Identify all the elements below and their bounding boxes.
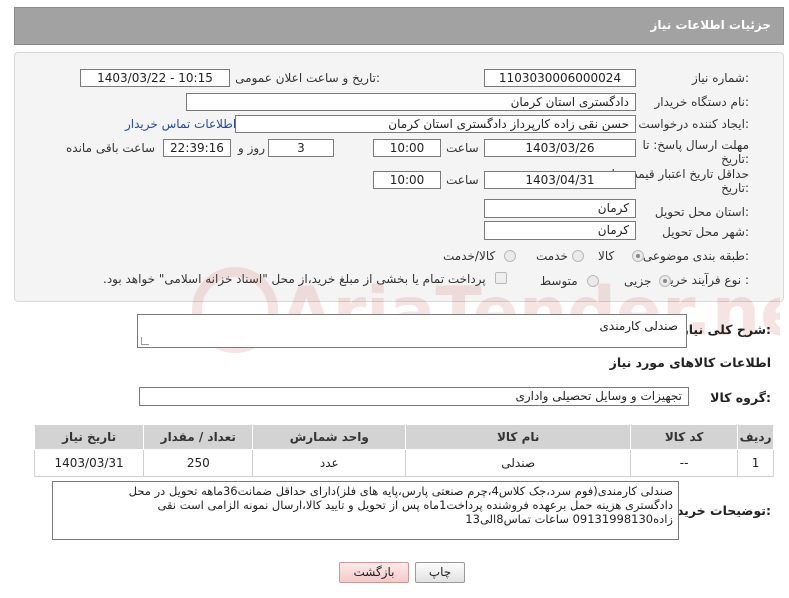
reply-deadline-label-2: تاریخ: <box>721 152 749 166</box>
delivery-city-label: شهر محل تحویل: <box>662 225 749 239</box>
print-button[interactable]: چاپ <box>415 562 465 583</box>
announce-datetime-label: تاریخ و ساعت اعلان عمومی: <box>235 71 380 85</box>
category-option-service: خدمت <box>536 249 568 263</box>
buyer-org-field[interactable]: دادگستری استان کرمان <box>186 93 636 111</box>
price-validity-date[interactable]: 1403/04/31 <box>484 171 636 189</box>
price-validity-time[interactable]: 10:00 <box>373 171 441 189</box>
table-header-row: ردیف کد کالا نام کالا واحد شمارش تعداد /… <box>33 424 774 450</box>
buyer-notes-line-3: زاده09131998130 ساعات تماس8الی13 <box>465 512 673 526</box>
col-header-date: تاریخ نیاز <box>33 424 145 450</box>
col-header-qty: تعداد / مقدار <box>143 424 254 450</box>
reply-deadline-time[interactable]: 10:00 <box>373 139 441 157</box>
goods-group-label: گروه کالا: <box>710 390 771 405</box>
cell-name: صندلی <box>405 449 632 477</box>
remaining-time-field[interactable]: 22:39:16 <box>163 139 231 157</box>
goods-group-field[interactable]: تجهیزات و وسایل تحصیلی واداری <box>139 387 689 406</box>
process-option-medium: متوسط <box>540 274 578 288</box>
need-number-label: شماره نیاز: <box>691 71 749 85</box>
resize-handle-icon[interactable] <box>141 337 149 345</box>
need-number-field[interactable]: 1103030006000024 <box>484 69 636 87</box>
requester-field[interactable]: حسن نقی زاده کارپرداز دادگستری استان کرم… <box>235 115 636 133</box>
cell-code: -- <box>630 449 739 477</box>
category-radio-goods[interactable] <box>632 250 644 262</box>
buyer-notes-line-1: صندلی کارمندی(فوم سرد،جک کلاس4،چرم صنعتی… <box>128 484 673 498</box>
col-header-code: کد کالا <box>630 424 739 450</box>
buyer-org-label: نام دستگاه خریدار: <box>654 95 750 109</box>
buyer-notes-label: توضیحات خریدار: <box>665 503 771 518</box>
page-header: جزئیات اطلاعات نیاز <box>14 7 784 45</box>
items-table: ردیف کد کالا نام کالا واحد شمارش تعداد /… <box>33 424 774 477</box>
cell-row-num: 1 <box>737 449 774 477</box>
price-validity-label-2: تاریخ: <box>721 181 749 195</box>
buyer-notes-line-2: دادگستری هزینه حمل برعهده فروشنده پرداخت… <box>157 498 673 512</box>
reply-deadline-label: مهلت ارسال پاسخ: تا <box>642 138 749 152</box>
remaining-time-label: ساعت باقی مانده <box>66 141 156 155</box>
summary-label: شرح کلی نیاز: <box>681 322 772 337</box>
reply-deadline-date[interactable]: 1403/03/26 <box>484 139 636 157</box>
delivery-province-field[interactable]: کرمان <box>484 199 636 218</box>
category-option-goods-service: کالا/خدمت <box>443 249 496 263</box>
table-row[interactable]: 1 -- صندلی عدد 250 1403/03/31 <box>33 449 774 477</box>
treasury-payment-checkbox[interactable] <box>495 272 507 284</box>
treasury-payment-note: پرداخت تمام یا بخشی از مبلغ خرید،از محل … <box>103 272 486 286</box>
requester-label: ایجاد کننده درخواست: <box>638 117 749 131</box>
delivery-city-field[interactable]: کرمان <box>484 221 636 240</box>
cell-date: 1403/03/31 <box>33 449 145 477</box>
process-radio-medium[interactable] <box>587 275 599 287</box>
process-option-minor: جزیی <box>624 274 652 288</box>
category-label: طبقه بندی موضوعی: <box>642 249 749 263</box>
cell-qty: 250 <box>143 449 254 477</box>
delivery-province-label: استان محل تحویل: <box>654 205 749 219</box>
price-validity-time-label: ساعت <box>446 173 479 187</box>
announce-datetime-field[interactable]: 1403/03/22 - 10:15 <box>80 69 230 87</box>
summary-text: صندلی کارمندی <box>599 319 679 333</box>
purchase-process-label: نوع فرآیند خرید : <box>664 273 749 287</box>
goods-section-title: اطلاعات کالاهای مورد نیاز <box>609 355 771 370</box>
days-label: روز و <box>238 141 265 155</box>
reply-deadline-time-label: ساعت <box>446 141 479 155</box>
buyer-contact-link[interactable]: اطلاعات تماس خریدار <box>125 117 236 131</box>
col-header-unit: واحد شمارش <box>252 424 407 450</box>
category-option-goods: کالا <box>598 249 615 263</box>
reply-days-field[interactable]: 3 <box>268 139 334 157</box>
category-radio-service[interactable] <box>572 250 584 262</box>
col-header-name: نام کالا <box>405 424 632 450</box>
col-header-row-num: ردیف <box>737 424 774 450</box>
summary-field[interactable]: صندلی کارمندی <box>137 314 687 348</box>
buyer-notes-field[interactable]: صندلی کارمندی(فوم سرد،جک کلاس4،چرم صنعتی… <box>52 481 679 540</box>
cell-unit: عدد <box>252 449 407 477</box>
process-radio-minor[interactable] <box>659 275 671 287</box>
back-button[interactable]: بازگشت <box>339 562 409 583</box>
category-radio-goods-service[interactable] <box>504 250 516 262</box>
page-title: جزئیات اطلاعات نیاز <box>650 18 771 32</box>
